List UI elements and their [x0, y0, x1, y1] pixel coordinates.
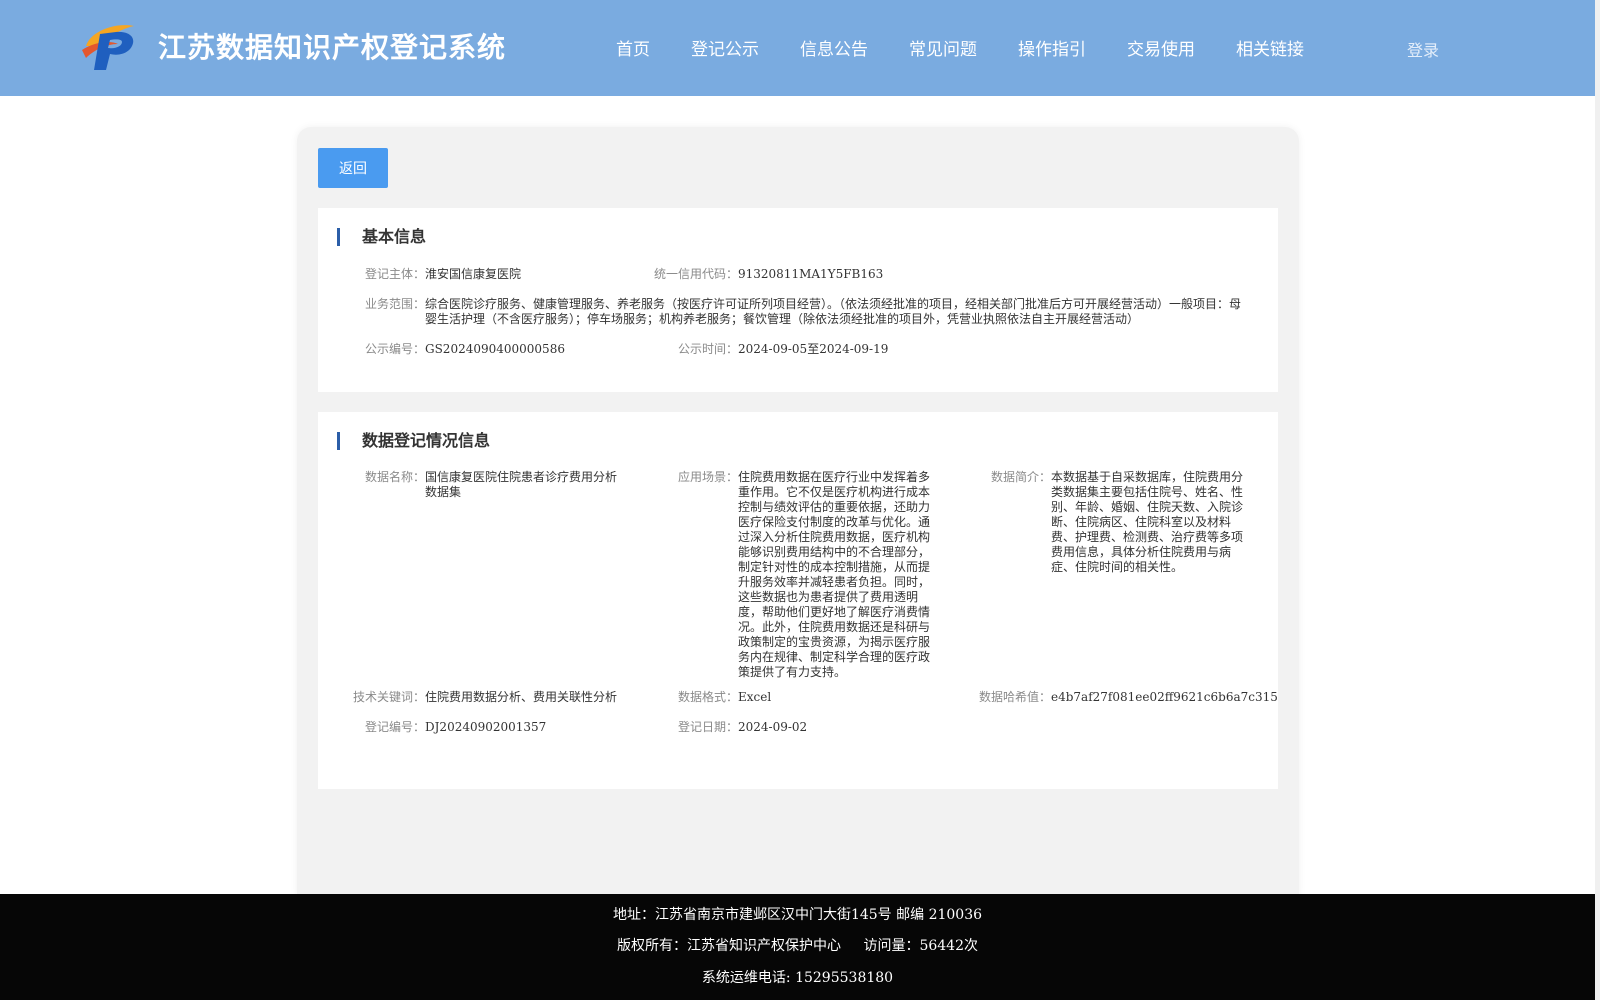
label-registration-date: 登记日期： [677, 720, 738, 734]
nav-guide[interactable]: 操作指引 [1018, 35, 1086, 60]
label-credit-code: 统一信用代码： [653, 267, 738, 281]
section-title-basic-info: 基本信息 [337, 228, 426, 246]
label-registration-number: 登记编号： [364, 720, 425, 734]
field-registration-date: 登记日期： 2024-09-02 [649, 720, 807, 735]
footer-copyright-row: 版权所有：江苏省知识产权保护中心 访问量：56442次 [0, 935, 1595, 955]
label-application-scene: 应用场景： [677, 470, 738, 484]
field-credit-code: 统一信用代码： 91320811MA1Y5FB163 [649, 267, 883, 282]
site-title[interactable]: 江苏数据知识产权登记系统 [158, 26, 506, 66]
value-notice-number: GS2024090400000586 [425, 342, 565, 356]
label-data-format: 数据格式： [677, 690, 738, 704]
field-data-name: 数据名称： 国信康复医院住院患者诊疗费用分析数据集 [348, 470, 618, 500]
value-notice-time: 2024-09-05至2024-09-19 [738, 342, 889, 356]
value-business-scope: 综合医院诊疗服务、健康管理服务、养老服务（按医疗许可证所列项目经营）。（依法须经… [425, 297, 1242, 326]
label-subject: 登记主体： [364, 267, 425, 281]
section-title-data-registration: 数据登记情况信息 [337, 432, 490, 450]
data-registration-card: 数据登记情况信息 数据名称： 国信康复医院住院患者诊疗费用分析数据集 应用场景：… [318, 412, 1278, 789]
page-scrollbar[interactable] [1595, 0, 1600, 1000]
field-registration-number: 登记编号： DJ20240902001357 [348, 720, 546, 735]
value-data-intro: 本数据基于自采数据库，住院费用分类数据集主要包括住院号、姓名、性别、年龄、婚姻、… [1051, 470, 1244, 574]
value-data-name: 国信康复医院住院患者诊疗费用分析数据集 [425, 470, 618, 499]
main-nav: 首页 登记公示 信息公告 常见问题 操作指引 交易使用 相关链接 [616, 35, 1345, 60]
ip-logo-icon[interactable] [80, 20, 140, 72]
nav-announcements[interactable]: 信息公告 [800, 35, 868, 60]
label-data-name: 数据名称： [364, 470, 425, 484]
nav-faq[interactable]: 常见问题 [909, 35, 977, 60]
label-tech-keywords: 技术关键词： [352, 690, 425, 704]
back-button[interactable]: 返回 [318, 148, 388, 188]
detail-panel: 返回 基本信息 登记主体： 淮安国信康复医院 统一信用代码： 91320811M… [297, 127, 1299, 907]
field-notice-time: 公示时间： 2024-09-05至2024-09-19 [649, 342, 888, 357]
nav-registration-notice[interactable]: 登记公示 [691, 35, 759, 60]
label-data-intro: 数据简介： [990, 470, 1051, 484]
field-application-scene: 应用场景： 住院费用数据在医疗行业中发挥着多重作用。它不仅是医疗机构进行成本控制… [649, 470, 939, 680]
field-data-hash: 数据哈希值： e4b7af27f081ee02ff9621c6b6a7c315 [962, 690, 1278, 705]
value-registration-date: 2024-09-02 [738, 720, 808, 734]
page-footer: 地址：江苏省南京市建邺区汉中门大街145号 邮编 210036 版权所有：江苏省… [0, 894, 1595, 1000]
footer-copyright: 版权所有：江苏省知识产权保护中心 [617, 938, 841, 954]
nav-links[interactable]: 相关链接 [1236, 35, 1304, 60]
value-data-hash: e4b7af27f081ee02ff9621c6b6a7c315 [1051, 690, 1278, 704]
login-link[interactable]: 登录 [1407, 37, 1439, 61]
field-data-format: 数据格式： Excel [649, 690, 771, 705]
basic-info-card: 基本信息 登记主体： 淮安国信康复医院 统一信用代码： 91320811MA1Y… [318, 208, 1278, 392]
label-notice-time: 公示时间： [677, 342, 738, 356]
value-tech-keywords: 住院费用数据分析、费用关联性分析 [425, 690, 618, 704]
footer-phone: 系统运维电话: 15295538180 [701, 970, 894, 986]
field-notice-number: 公示编号： GS2024090400000586 [348, 342, 565, 357]
field-data-intro: 数据简介： 本数据基于自采数据库，住院费用分类数据集主要包括住院号、姓名、性别、… [962, 470, 1246, 575]
field-tech-keywords: 技术关键词： 住院费用数据分析、费用关联性分析 [348, 690, 617, 705]
nav-home[interactable]: 首页 [616, 35, 650, 60]
nav-trading[interactable]: 交易使用 [1127, 35, 1195, 60]
top-header: 江苏数据知识产权登记系统 首页 登记公示 信息公告 常见问题 操作指引 交易使用… [0, 0, 1595, 96]
value-registration-number: DJ20240902001357 [425, 720, 547, 734]
footer-visit-count: 访问量：56442次 [863, 938, 978, 954]
value-data-format: Excel [738, 690, 772, 704]
value-application-scene: 住院费用数据在医疗行业中发挥着多重作用。它不仅是医疗机构进行成本控制与绩效评估的… [738, 470, 931, 679]
label-data-hash: 数据哈希值： [978, 690, 1051, 704]
footer-address: 地址：江苏省南京市建邺区汉中门大街145号 邮编 210036 [612, 907, 983, 923]
value-subject: 淮安国信康复医院 [425, 267, 522, 281]
label-notice-number: 公示编号： [364, 342, 425, 356]
field-business-scope: 业务范围： 综合医院诊疗服务、健康管理服务、养老服务（按医疗许可证所列项目经营）… [348, 297, 1243, 327]
label-business-scope: 业务范围： [364, 297, 425, 311]
value-credit-code: 91320811MA1Y5FB163 [738, 267, 884, 281]
field-subject: 登记主体： 淮安国信康复医院 [348, 267, 521, 282]
